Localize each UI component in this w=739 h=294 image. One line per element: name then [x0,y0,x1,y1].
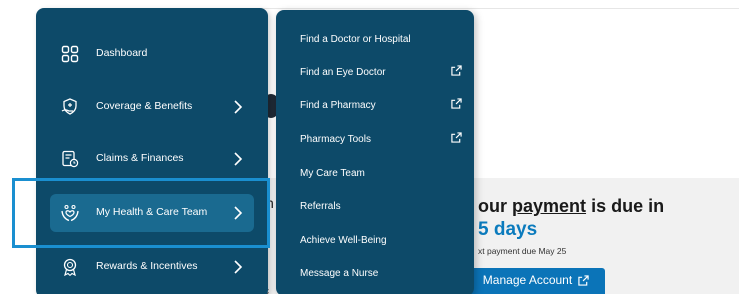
submenu-item-referrals[interactable]: Referrals [300,195,460,217]
payment-heading-prefix: our [478,196,507,216]
external-link-icon [451,132,462,143]
nav-item-label: Coverage & Benefits [96,100,193,112]
receipt-clock-icon [62,150,79,168]
external-link-icon [451,65,462,76]
manage-account-label: Manage Account [482,273,573,287]
submenu-item-find-pharmacy[interactable]: Find a Pharmacy [300,94,462,116]
nav-item-dashboard[interactable]: Dashboard [50,35,254,73]
submenu-item-message-nurse[interactable]: Message a Nurse [300,262,460,284]
payment-days-remaining: 5 days [478,219,538,240]
highlight-box [12,178,270,248]
external-link-icon [451,98,462,109]
submenu-item-label: My Care Team [300,167,365,179]
shield-hand-icon [61,98,77,115]
submenu-item-achieve-well-being[interactable]: Achieve Well-Being [300,229,460,251]
submenu-item-label: Message a Nurse [300,267,379,279]
submenu-item-my-care-team[interactable]: My Care Team [300,162,460,184]
chevron-right-icon [234,152,243,166]
external-link-icon [578,274,589,286]
chevron-right-icon [234,260,243,274]
nav-item-label: Rewards & Incentives [96,260,198,272]
next-payment-date: xt payment due May 25 [478,246,567,256]
submenu-item-label: Find a Pharmacy [300,99,376,111]
nav-item-rewards-incentives[interactable]: Rewards & Incentives [50,248,254,286]
submenu-item-pharmacy-tools[interactable]: Pharmacy Tools [300,128,462,150]
payment-due-heading: our payment is due in [478,196,664,217]
page: h our payment is due in 5 days xt paymen… [0,0,739,294]
manage-account-button[interactable]: Manage Account [467,268,605,294]
payment-heading-suffix: is due in [591,196,665,216]
submenu-item-find-doctor-hospital[interactable]: Find a Doctor or Hospital [300,28,460,50]
submenu-item-label: Find an Eye Doctor [300,66,386,78]
payment-link[interactable]: payment [512,196,586,216]
award-ribbon-icon [63,258,77,277]
nav-item-claims-finances[interactable]: Claims & Finances [50,140,254,178]
submenu-my-health-care-team: Find a Doctor or Hospital Find an Eye Do… [276,10,474,294]
main-nav-menu: Dashboard Coverage & Benefits Claims & F… [36,8,268,294]
dashboard-grid-icon [61,45,79,63]
submenu-item-label: Referrals [300,200,341,212]
submenu-item-label: Achieve Well-Being [300,234,387,246]
submenu-item-label: Find a Doctor or Hospital [300,33,411,45]
nav-item-label: Dashboard [96,47,148,59]
nav-item-coverage-benefits[interactable]: Coverage & Benefits [50,88,254,126]
submenu-item-find-eye-doctor[interactable]: Find an Eye Doctor [300,61,462,83]
chevron-right-icon [234,100,243,114]
nav-item-label: Claims & Finances [96,152,184,164]
submenu-item-label: Pharmacy Tools [300,133,371,145]
